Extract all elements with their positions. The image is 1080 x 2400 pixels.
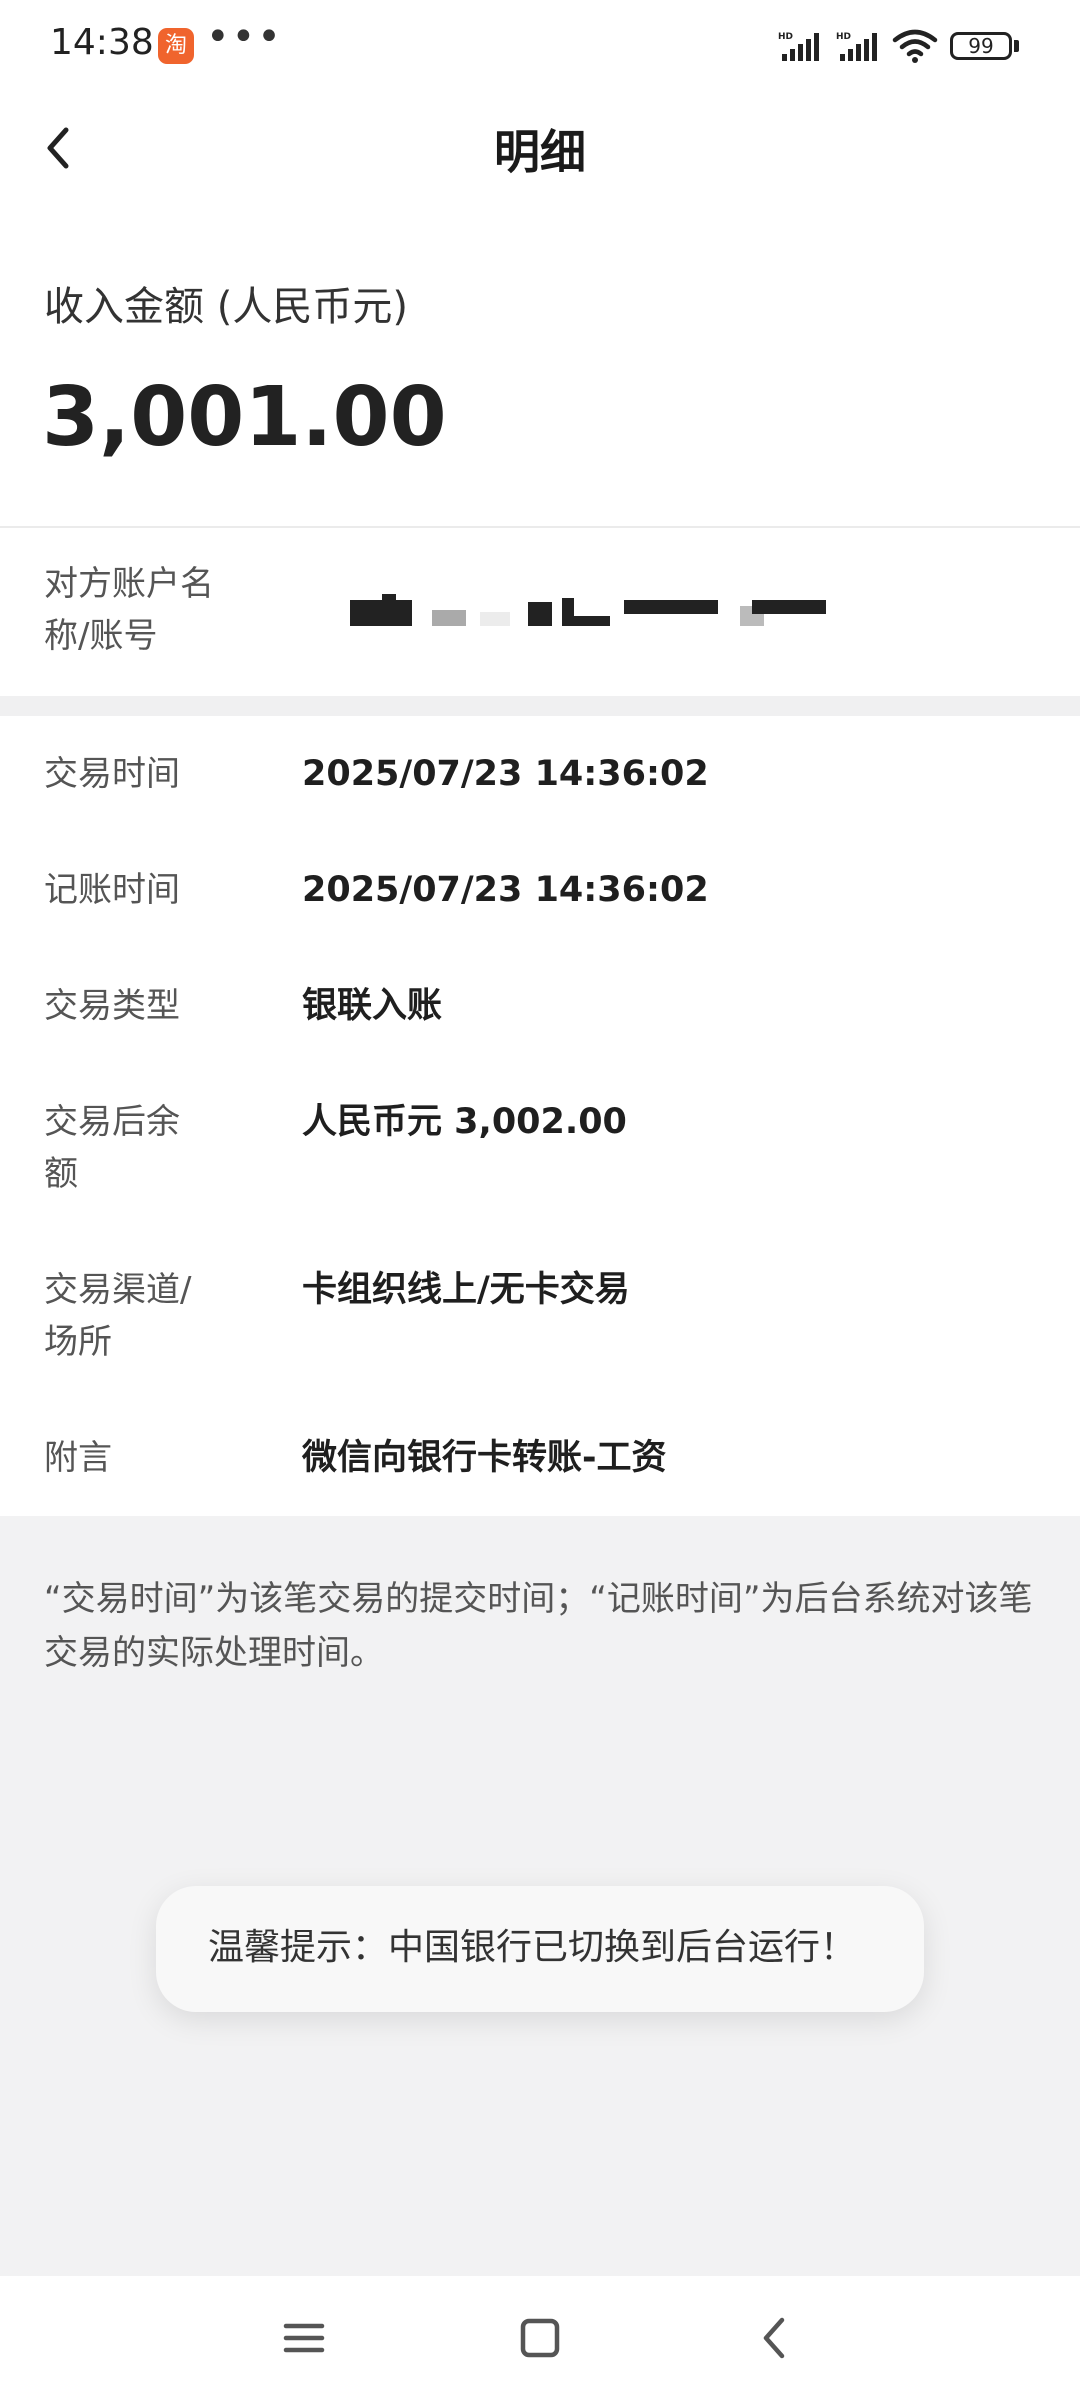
nav-back-icon[interactable] (746, 2308, 806, 2368)
row-label: 记账时间 (44, 870, 180, 910)
row-value: 人民币元 3,002.00 (302, 1102, 627, 1142)
svg-text:HD: HD (778, 32, 793, 42)
section-gap (0, 696, 1080, 716)
amount-label: 收入金额 (人民币元) (44, 284, 408, 330)
amount-card: 收入金额 (人民币元) 3,001.00 (0, 204, 1080, 526)
menu-icon[interactable] (274, 2308, 334, 2368)
row-label: 交易后余额 (44, 1102, 180, 1194)
row-label: 交易渠道/场所 (44, 1270, 192, 1362)
row-value: 微信向银行卡转账-工资 (302, 1438, 667, 1478)
row-value: 2025/07/23 14:36:02 (302, 870, 709, 910)
header: 明细 (0, 92, 1080, 204)
amount-value: 3,001.00 (42, 370, 447, 465)
taobao-app-icon: 淘 (158, 28, 194, 64)
signal-icon: HD (778, 32, 819, 61)
screen: 14:38 淘 ••• HD HD 99 明细 收入金额 (人民币元) 3,00… (0, 0, 1080, 2400)
redacted-account-info (300, 576, 840, 636)
counterparty-label: 对方账户名称/账号 (44, 564, 214, 656)
system-nav-bar (0, 2276, 1080, 2400)
page-title: 明细 (494, 125, 586, 179)
toast-notification: 温馨提示：中国银行已切换到后台运行！ (156, 1886, 924, 2012)
row-label: 交易类型 (44, 986, 180, 1026)
status-time: 14:38 (50, 22, 154, 63)
svg-text:HD: HD (836, 32, 851, 42)
row-label: 交易时间 (44, 754, 180, 794)
details-list: 交易时间 2025/07/23 14:36:02 记账时间 2025/07/23… (0, 716, 1080, 1516)
status-bar: 14:38 淘 ••• HD HD 99 (0, 0, 1080, 92)
signal-icon: HD (836, 32, 877, 61)
wifi-icon (892, 29, 938, 63)
battery-tip (1014, 40, 1019, 52)
counterparty-row: 对方账户名称/账号 (0, 528, 1080, 696)
more-notifications-icon: ••• (206, 14, 283, 60)
footnote: “交易时间”为该笔交易的提交时间；“记账时间”为后台系统对该笔交易的实际处理时间… (44, 1579, 1033, 1673)
toast-text: 温馨提示：中国银行已切换到后台运行！ (208, 1927, 857, 1968)
home-square-icon[interactable] (510, 2308, 570, 2368)
row-value: 银联入账 (302, 986, 443, 1026)
row-value: 2025/07/23 14:36:02 (302, 754, 709, 794)
row-value: 卡组织线上/无卡交易 (302, 1270, 630, 1310)
row-label: 附言 (44, 1438, 112, 1478)
battery-icon: 99 (950, 32, 1012, 60)
